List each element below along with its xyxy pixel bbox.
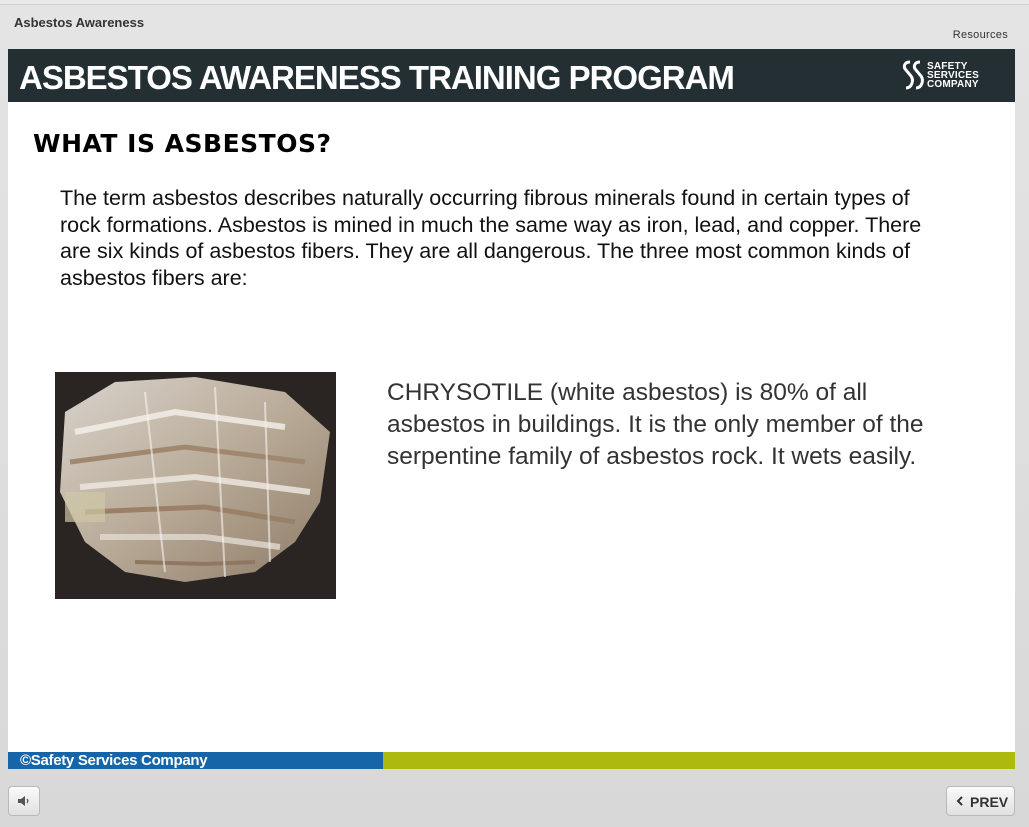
speaker-icon — [18, 796, 29, 806]
mineral-image — [55, 372, 336, 599]
chevron-left-icon — [956, 796, 963, 806]
footer-bar: ©Safety Services Company — [8, 752, 1015, 769]
prev-label: PREV — [970, 794, 1009, 810]
course-title: Asbestos Awareness — [14, 15, 145, 30]
company-logo: SAFETY SERVICES COMPANY — [901, 58, 991, 94]
chrysotile-mineral-photo — [55, 372, 336, 599]
title-banner: ASBESTOS AWARENESS TRAINING PROGRAM SAFE… — [8, 49, 1015, 102]
slide-heading: WHAT IS ASBESTOS? — [33, 129, 332, 158]
resources-link[interactable]: Resources — [953, 29, 1008, 41]
logo-line: COMPANY — [927, 79, 979, 90]
slide-canvas: ASBESTOS AWARENESS TRAINING PROGRAM SAFE… — [8, 49, 1015, 769]
footer-green-segment — [383, 752, 1015, 769]
copyright-text: ©Safety Services Company — [20, 752, 208, 769]
volume-button[interactable] — [8, 786, 40, 816]
logo-text: SAFETY SERVICES COMPANY — [927, 62, 979, 90]
course-player: Asbestos Awareness Resources ASBESTOS AW… — [0, 4, 1029, 827]
company-logo-icon — [902, 60, 924, 90]
chrysotile-description: CHRYSOTILE (white asbestos) is 80% of al… — [387, 379, 924, 470]
intro-paragraph: The term asbestos describes naturally oc… — [60, 186, 922, 290]
prev-button[interactable]: PREV — [946, 786, 1015, 816]
banner-title: ASBESTOS AWARENESS TRAINING PROGRAM — [19, 59, 735, 96]
